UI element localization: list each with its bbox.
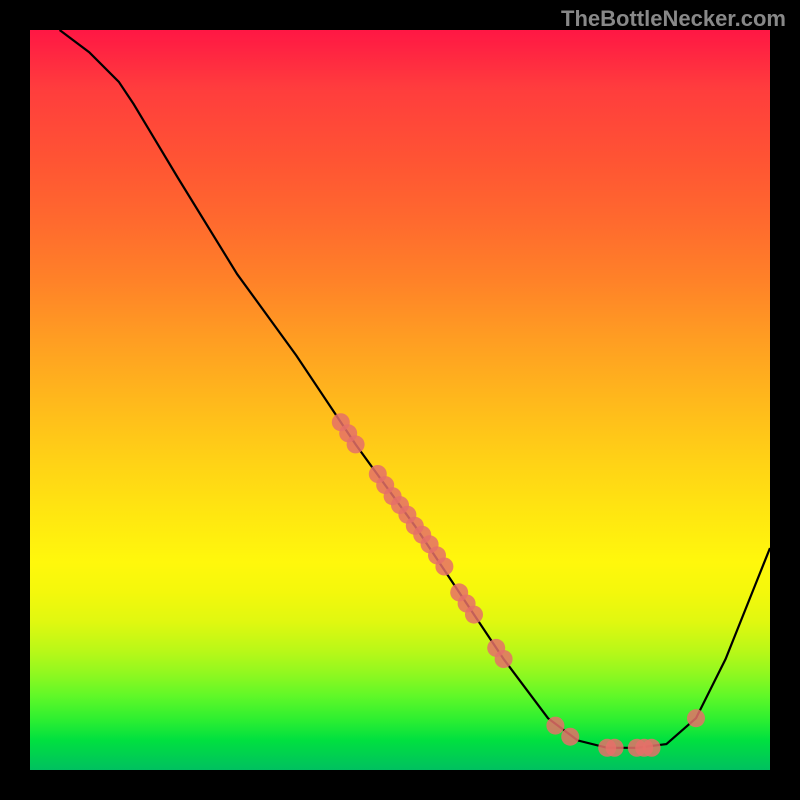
data-points-group: [332, 413, 705, 757]
attribution-text: TheBottleNecker.com: [561, 6, 786, 32]
chart-container: [30, 30, 770, 770]
bottleneck-curve: [60, 30, 770, 748]
data-point: [435, 558, 453, 576]
data-point: [347, 435, 365, 453]
data-point: [687, 709, 705, 727]
data-point: [495, 650, 513, 668]
data-point: [561, 728, 579, 746]
data-point: [546, 717, 564, 735]
data-point: [606, 739, 624, 757]
chart-svg: [30, 30, 770, 770]
data-point: [643, 739, 661, 757]
data-point: [465, 606, 483, 624]
